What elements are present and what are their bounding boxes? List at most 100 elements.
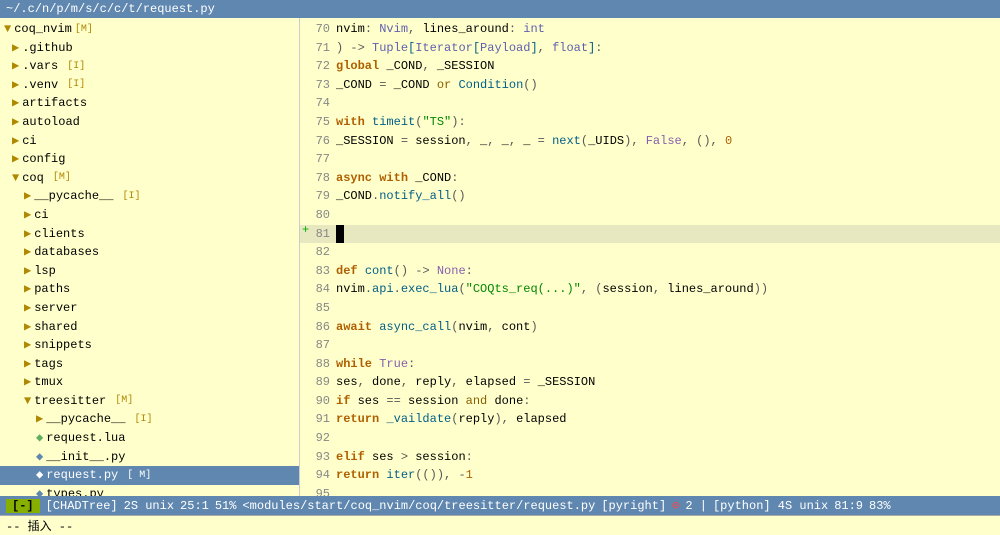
lsp-info: [pyright]: [601, 499, 666, 513]
scroll-percent: 51%: [215, 499, 237, 513]
folder-icon: ▶: [24, 225, 31, 244]
file-py-icon: ◆: [36, 448, 43, 467]
folder-icon: ▶: [24, 243, 31, 262]
item-label: coq_nvim: [14, 20, 72, 39]
folder-icon: ▶: [36, 410, 43, 429]
folder-icon: ▶: [24, 262, 31, 281]
code-line-74: 74: [300, 94, 1000, 113]
sidebar-item-shared[interactable]: ▶ shared: [0, 318, 299, 337]
sidebar-item-paths[interactable]: ▶ paths: [0, 280, 299, 299]
code-line-92: 92: [300, 429, 1000, 448]
sidebar-item-config[interactable]: ▶ config: [0, 150, 299, 169]
sidebar-item-artifacts[interactable]: ▶ artifacts: [0, 94, 299, 113]
folder-icon: ▼: [24, 392, 31, 411]
code-line-72: 72 global _COND, _SESSION: [300, 57, 1000, 76]
item-label: lsp: [34, 262, 56, 281]
zoom-level: 83%: [869, 499, 891, 513]
folder-icon: ▶: [24, 336, 31, 355]
folder-icon: ▶: [12, 132, 19, 151]
item-label: .venv: [22, 76, 58, 95]
sidebar-item-autoload[interactable]: ▶ autoload: [0, 113, 299, 132]
item-label: treesitter: [34, 392, 106, 411]
item-label: coq: [22, 169, 44, 188]
sidebar-item-lsp[interactable]: ▶ lsp: [0, 262, 299, 281]
item-label: types.py: [46, 485, 104, 496]
folder-icon: ▶: [24, 299, 31, 318]
sidebar-item-github[interactable]: ▶ .github: [0, 39, 299, 58]
code-line-95: 95: [300, 485, 1000, 496]
item-label: tags: [34, 355, 63, 374]
sidebar-item-init-py[interactable]: ◆ __init__.py: [0, 448, 299, 467]
code-line-93: 93 elif ses > session:: [300, 448, 1000, 467]
file-path: <modules/start/coq_nvim/coq/treesitter/r…: [242, 499, 595, 513]
folder-icon: ▶: [12, 76, 19, 95]
folder-icon: ▶: [12, 150, 19, 169]
code-line-87: 87: [300, 336, 1000, 355]
sidebar-item-ci2[interactable]: ▶ ci: [0, 206, 299, 225]
folder-icon: ▶: [24, 187, 31, 206]
sidebar-item-vars[interactable]: ▶ .vars [I]: [0, 57, 299, 76]
folder-icon: ▶: [24, 280, 31, 299]
folder-icon: ▼: [4, 20, 11, 39]
item-label: tmux: [34, 373, 63, 392]
item-label: shared: [34, 318, 77, 337]
code-line-80: 80: [300, 206, 1000, 225]
item-label: server: [34, 299, 77, 318]
sidebar-item-server[interactable]: ▶ server: [0, 299, 299, 318]
code-line-75: 75 with timeit("TS"):: [300, 113, 1000, 132]
code-line-78: 78 async with _COND:: [300, 169, 1000, 188]
folder-icon: ▶: [12, 39, 19, 58]
item-label: clients: [34, 225, 84, 244]
cursor-pos: 25:1: [180, 499, 209, 513]
code-line-88: 88 while True:: [300, 355, 1000, 374]
code-line-86: 86 await async_call(nvim, cont): [300, 318, 1000, 337]
title-text: ~/.c/n/p/m/s/c/c/t/request.py: [6, 2, 215, 16]
code-line-70: 70 nvim: Nvim, lines_around: int: [300, 20, 1000, 39]
item-label: autoload: [22, 113, 80, 132]
sidebar-item-pycache-coq[interactable]: ▶ __pycache__ [I]: [0, 187, 299, 206]
code-line-73: 73 _COND = _COND or Condition(): [300, 76, 1000, 95]
code-line-90: 90 if ses == session and done:: [300, 392, 1000, 411]
sidebar-item-clients[interactable]: ▶ clients: [0, 225, 299, 244]
item-label: databases: [34, 243, 99, 262]
sidebar-item-ci[interactable]: ▶ ci: [0, 132, 299, 151]
sidebar-item-coq[interactable]: ▼ coq [M]: [0, 169, 299, 188]
item-label: snippets: [34, 336, 92, 355]
code-line-77: 77: [300, 150, 1000, 169]
item-label: ci: [34, 206, 48, 225]
item-label: paths: [34, 280, 70, 299]
item-label: __pycache__: [34, 187, 113, 206]
folder-icon: ▶: [12, 113, 19, 132]
folder-icon: ▶: [12, 57, 19, 76]
code-line-91: 91 return _vaildate(reply), elapsed: [300, 410, 1000, 429]
sidebar-item-request-py[interactable]: ◆ request.py [ M]: [0, 466, 299, 485]
sidebar-item-coq-nvim[interactable]: ▼ coq_nvim [M]: [0, 20, 299, 39]
item-label: request.py: [46, 466, 118, 485]
file-py-icon: ◆: [36, 466, 43, 485]
lang-info: [python] 4S unix: [713, 499, 828, 513]
vim-mode: [-]: [6, 499, 40, 513]
folder-icon: ▶: [24, 206, 31, 225]
sidebar-item-tags[interactable]: ▶ tags: [0, 355, 299, 374]
code-editor[interactable]: + 70 nvim: Nvim, lines_around: int 71 ) …: [300, 18, 1000, 496]
sidebar-item-request-lua[interactable]: ◆ request.lua: [0, 429, 299, 448]
item-label: config: [22, 150, 65, 169]
folder-icon: ▶: [24, 318, 31, 337]
sidebar-item-treesitter[interactable]: ▼ treesitter [M]: [0, 392, 299, 411]
file-lua-icon: ◆: [36, 429, 43, 448]
code-line-94: 94 return iter(()), -1: [300, 466, 1000, 485]
code-line-85: 85: [300, 299, 1000, 318]
code-line-83: 83 def cont() -> None:: [300, 262, 1000, 281]
sidebar-item-pycache-tree[interactable]: ▶ __pycache__ [I]: [0, 410, 299, 429]
sidebar-item-venv[interactable]: ▶ .venv [I]: [0, 76, 299, 95]
sidebar-item-types-py[interactable]: ◆ types.py: [0, 485, 299, 496]
file-tree[interactable]: ▼ coq_nvim [M] ▶ .github ▶ .vars [I] ▶ .…: [0, 18, 300, 496]
folder-icon: ▼: [12, 169, 19, 188]
status-bar: [-] [CHADTree] 2S unix 25:1 51% <modules…: [0, 496, 1000, 515]
sidebar-item-databases[interactable]: ▶ databases: [0, 243, 299, 262]
code-line-76: 76 _SESSION = session, _, _, _ = next(_U…: [300, 132, 1000, 151]
sidebar-item-tmux[interactable]: ▶ tmux: [0, 373, 299, 392]
sidebar-item-snippets[interactable]: ▶ snippets: [0, 336, 299, 355]
file-info: 2S unix: [124, 499, 174, 513]
item-label: .github: [22, 39, 72, 58]
